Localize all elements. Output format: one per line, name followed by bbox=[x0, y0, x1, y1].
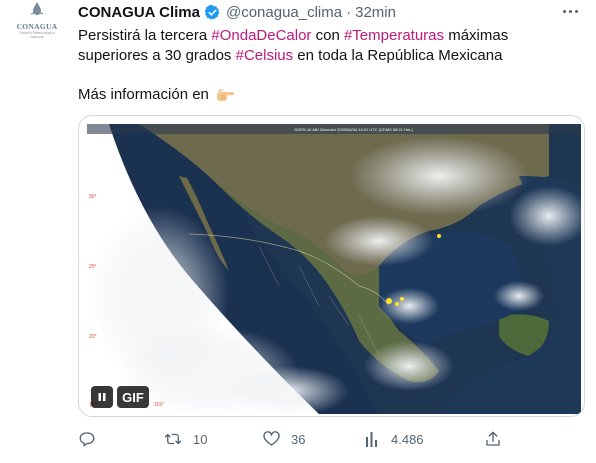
like-count: 36 bbox=[291, 431, 306, 447]
retweet-button[interactable]: 10 bbox=[163, 430, 207, 448]
gif-media[interactable]: GOES-16 ABI Geocolor 2023/06/04 14:21 UT… bbox=[78, 115, 585, 417]
pointing-hand-emoji-icon bbox=[215, 87, 235, 103]
lat-label: 30° bbox=[89, 194, 97, 200]
heart-icon bbox=[262, 430, 281, 448]
hashtag-link[interactable]: #OndaDeCalor bbox=[211, 27, 311, 44]
avatar[interactable]: CONAGUA Servicio Meteorológico Nacional bbox=[13, 0, 61, 48]
like-button[interactable]: 36 bbox=[262, 430, 305, 448]
views-chart-icon bbox=[365, 430, 381, 448]
tweet-actions: 10 36 4.486 bbox=[78, 430, 583, 454]
satellite-image: GOES-16 ABI Geocolor 2023/06/04 14:21 UT… bbox=[87, 124, 584, 416]
reply-icon bbox=[78, 430, 96, 448]
more-info-text: Más información en bbox=[78, 86, 209, 103]
separator: · bbox=[346, 3, 352, 21]
text-segment: Persistirá la tercera bbox=[78, 27, 212, 44]
gif-badge[interactable]: GIF bbox=[117, 386, 149, 408]
hashtag-link[interactable]: #Celsius bbox=[236, 47, 294, 64]
tweet-time[interactable]: 32min bbox=[355, 4, 396, 21]
author-handle[interactable]: @conagua_clima bbox=[226, 4, 342, 21]
text-segment: con bbox=[311, 27, 344, 44]
more-info-line: Más información en bbox=[78, 85, 235, 105]
lat-label: 25° bbox=[89, 264, 97, 270]
tweet-header: CONAGUA Clima @conagua_clima · 32min bbox=[78, 2, 396, 22]
retweet-count: 10 bbox=[193, 431, 208, 447]
views-count: 4.486 bbox=[391, 431, 424, 447]
gif-controls: GIF bbox=[91, 386, 149, 408]
lon-label: 115° bbox=[154, 402, 164, 408]
share-button[interactable] bbox=[484, 430, 512, 448]
water-drop-icon bbox=[29, 2, 45, 21]
share-icon bbox=[484, 430, 502, 448]
reply-button[interactable] bbox=[78, 430, 106, 448]
hashtag-link[interactable]: #Temperaturas bbox=[344, 27, 444, 44]
logo-subtitle: Servicio Meteorológico Nacional bbox=[19, 31, 55, 39]
tweet-text: Persistirá la tercera #OndaDeCalor con #… bbox=[78, 26, 578, 66]
views-button[interactable]: 4.486 bbox=[365, 430, 424, 448]
verified-badge-icon[interactable] bbox=[204, 4, 221, 21]
lat-label: 20° bbox=[89, 334, 97, 340]
satellite-caption: GOES-16 ABI Geocolor 2023/06/04 14:21 UT… bbox=[294, 127, 413, 132]
author-name[interactable]: CONAGUA Clima bbox=[78, 4, 200, 21]
text-segment: en toda la República Mexicana bbox=[293, 47, 503, 64]
pause-icon[interactable] bbox=[91, 386, 113, 408]
logo-text: CONAGUA bbox=[16, 22, 58, 31]
retweet-icon bbox=[163, 430, 183, 448]
more-options-icon[interactable] bbox=[563, 6, 583, 16]
